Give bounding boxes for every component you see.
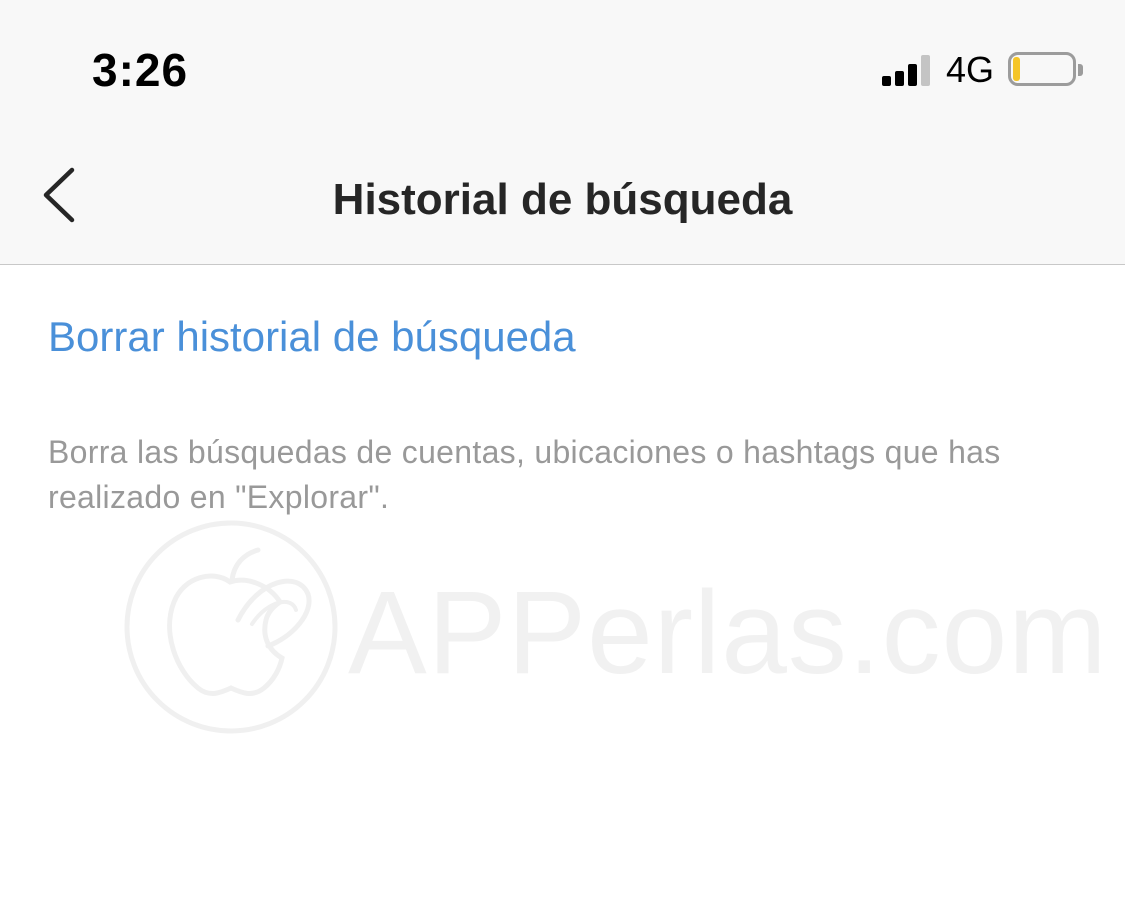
page-title: Historial de búsqueda xyxy=(332,175,793,224)
clear-search-history-button[interactable]: Borrar historial de búsqueda xyxy=(48,308,576,366)
apperlas-logo-icon xyxy=(124,520,338,734)
top-bar: 3:26 4G Historial de búsqueda xyxy=(0,0,1125,265)
screen: 3:26 4G Historial de búsqueda Borrar his… xyxy=(0,0,1125,924)
watermark-text: APPerlas.com xyxy=(348,567,1108,699)
battery-icon xyxy=(1008,52,1084,88)
status-time: 3:26 xyxy=(92,44,189,96)
cellular-signal-icon xyxy=(882,52,934,86)
battery-level xyxy=(1013,57,1020,81)
clear-history-description: Borra las búsquedas de cuentas, ubicacio… xyxy=(48,434,1001,515)
network-type: 4G xyxy=(946,49,995,90)
